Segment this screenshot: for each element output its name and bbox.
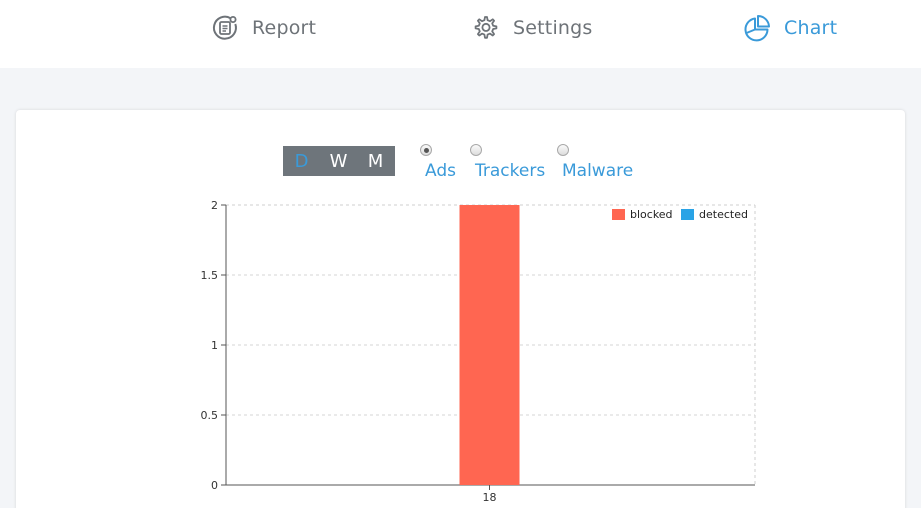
legend-label-blocked: blocked <box>630 208 673 221</box>
y-tick-label: 0.5 <box>201 409 219 422</box>
legend-swatch-detected <box>681 209 694 220</box>
bar-chart: 0 0.5 1 1.5 2 18 blocked detected <box>201 199 756 504</box>
legend-swatch-blocked <box>612 209 625 220</box>
x-tick-label: 18 <box>483 491 497 504</box>
y-tick-label: 1.5 <box>201 269 219 282</box>
y-tick-label: 2 <box>211 199 218 212</box>
bar-blocked <box>459 205 520 485</box>
legend-label-detected: detected <box>699 208 748 221</box>
y-tick-label: 1 <box>211 339 218 352</box>
y-tick-label: 0 <box>211 479 218 492</box>
